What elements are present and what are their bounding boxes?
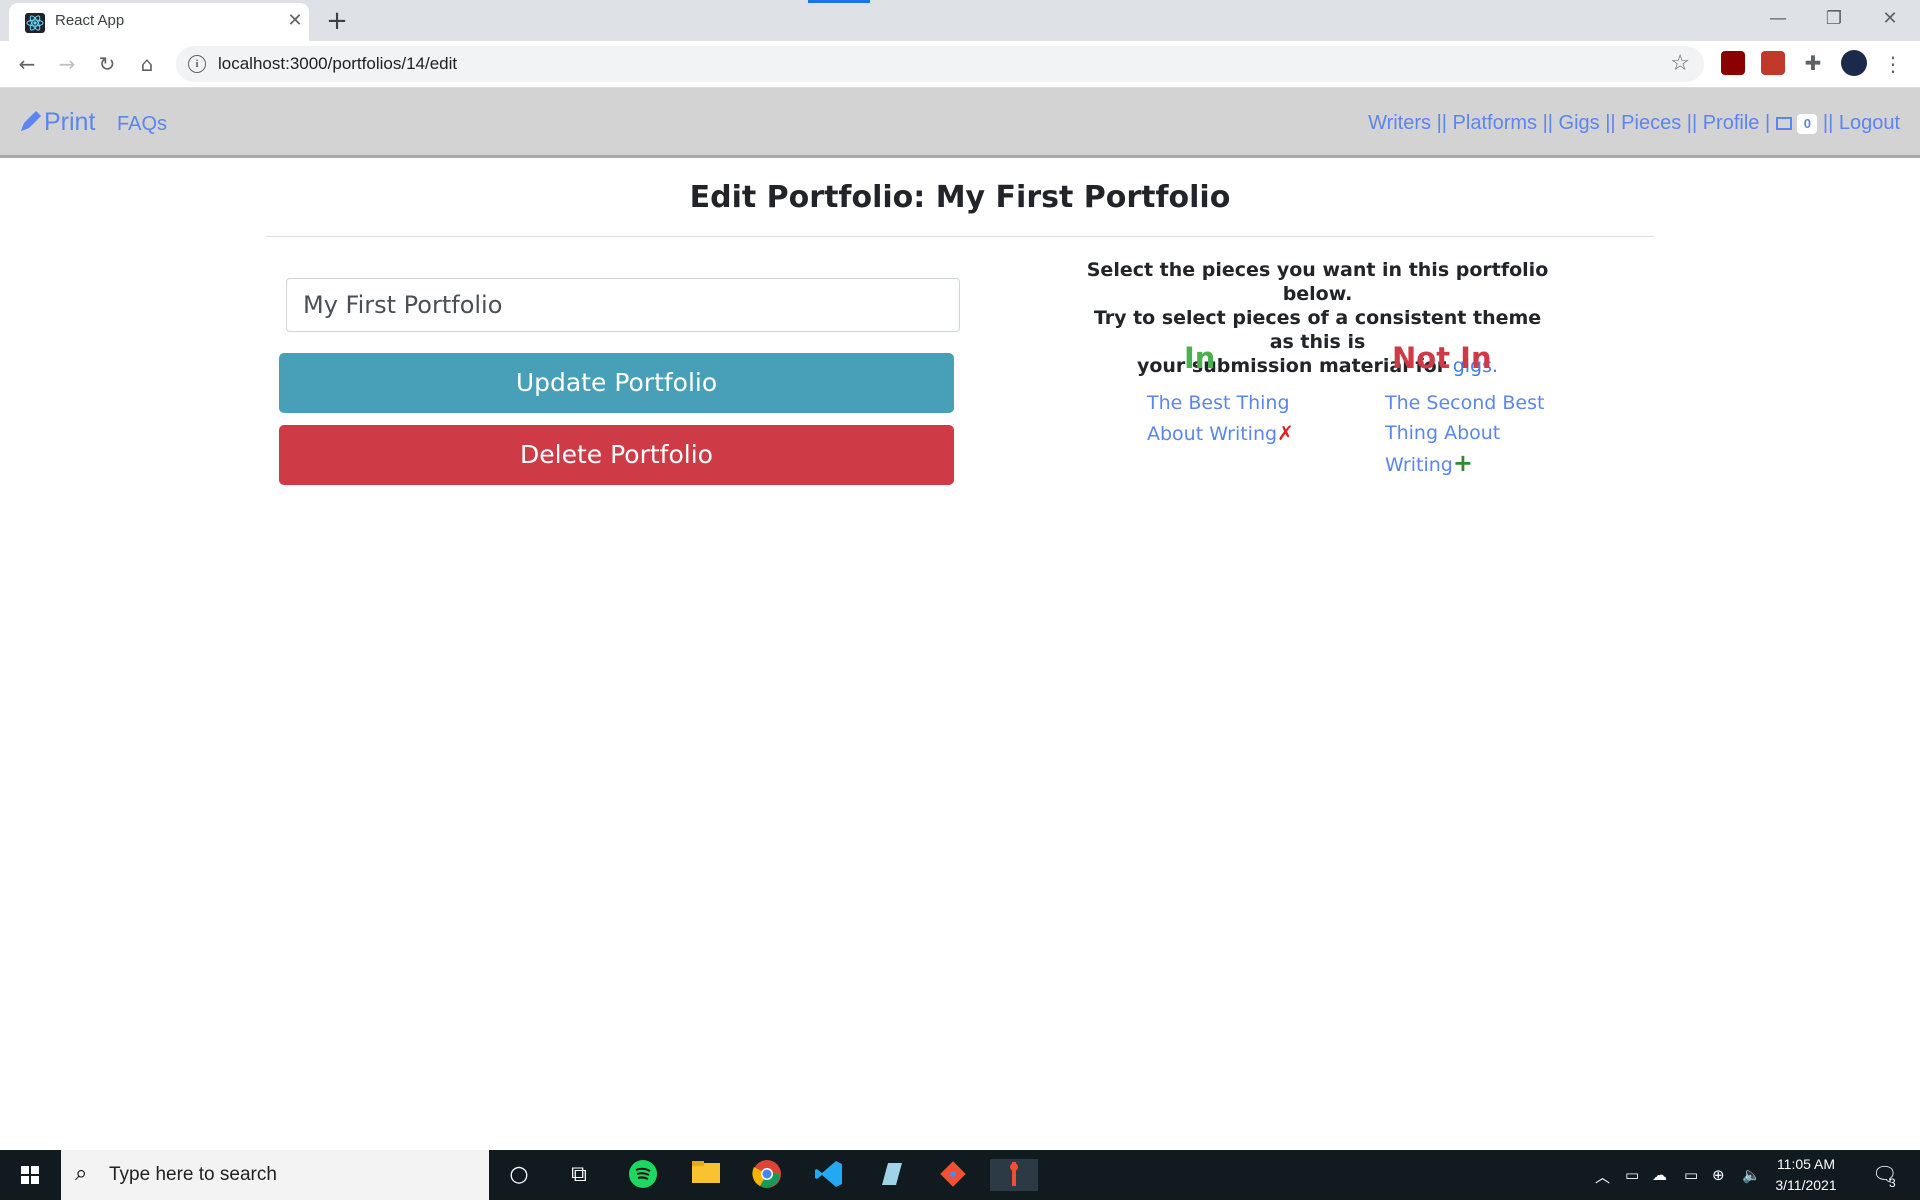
tray-meet-icon[interactable]: ▭: [1625, 1166, 1639, 1184]
clock-time: 11:05 AM: [1776, 1156, 1836, 1172]
clock-date: 3/11/2021: [1775, 1177, 1837, 1193]
nav-link-writers[interactable]: Writers: [1368, 112, 1431, 134]
tab-drag-indicator: [808, 0, 870, 3]
extension-icon[interactable]: [1761, 51, 1785, 75]
nav-link-platforms[interactable]: Platforms: [1453, 112, 1537, 134]
browser-toolbar: ← → ↻ ⌂ i localhost:3000/portfolios/14/e…: [0, 41, 1920, 88]
site-info-icon[interactable]: i: [188, 55, 206, 73]
not-in-heading: Not In: [1392, 341, 1492, 375]
home-icon[interactable]: ⌂: [132, 49, 162, 79]
chrome-icon[interactable]: [751, 1159, 783, 1191]
spotify-icon[interactable]: [627, 1159, 659, 1191]
extensions-puzzle-icon[interactable]: ✚: [1801, 51, 1825, 75]
tray-network-icon[interactable]: ⊕: [1712, 1166, 1725, 1184]
windows-start-icon[interactable]: [0, 1150, 60, 1200]
react-favicon-icon: [25, 13, 45, 33]
reload-icon[interactable]: ↻: [92, 49, 122, 79]
nav-separator: ||: [1436, 112, 1447, 134]
browser-tab[interactable]: React App ✕: [9, 3, 309, 41]
brand-text: Print: [44, 108, 96, 136]
taskbar-search-box[interactable]: ⌕ Type here to search: [61, 1150, 489, 1200]
nav-separator: ||: [1542, 112, 1553, 134]
instructions-line: Select the pieces you want in this portf…: [1086, 259, 1549, 305]
tray-onedrive-icon[interactable]: ☁: [1652, 1166, 1667, 1184]
search-icon: ⌕: [75, 1161, 88, 1186]
tray-volume-icon[interactable]: 🔈: [1742, 1166, 1761, 1184]
in-piece-item: The Best Thing About Writing✗: [1147, 388, 1317, 449]
vscode-icon[interactable]: [813, 1159, 845, 1191]
minimize-icon[interactable]: —: [1758, 4, 1798, 34]
profile-avatar[interactable]: [1841, 50, 1867, 76]
taskbar-clock[interactable]: 11:05 AM 3/11/2021: [1766, 1154, 1846, 1196]
address-bar[interactable]: i localhost:3000/portfolios/14/edit ☆: [176, 46, 1704, 82]
file-explorer-icon[interactable]: [690, 1159, 722, 1191]
cortana-icon[interactable]: ○: [503, 1159, 535, 1191]
mail-icon[interactable]: [1775, 117, 1792, 130]
page-title: Edit Portfolio: My First Portfolio: [689, 180, 1231, 215]
close-tab-icon[interactable]: ✕: [283, 9, 307, 33]
portfolio-name-input[interactable]: [286, 278, 960, 332]
nav-link-gigs[interactable]: Gigs: [1559, 112, 1600, 134]
pen-icon: [21, 111, 41, 131]
in-heading: In: [1184, 341, 1216, 375]
tray-chevron-icon[interactable]: ︿: [1595, 1166, 1610, 1187]
logout-link[interactable]: Logout: [1839, 112, 1900, 134]
bookmark-star-icon[interactable]: ☆: [1670, 51, 1690, 76]
nav-separator: ||: [1822, 112, 1834, 134]
not-in-piece-item: The Second Best Thing About Writing+: [1385, 388, 1545, 480]
task-view-icon[interactable]: ⧉: [563, 1159, 595, 1191]
nav-pipe: |: [1764, 112, 1771, 134]
tab-title: React App: [55, 12, 125, 29]
app-navbar: Print FAQs Writers || Platforms || Gigs …: [0, 88, 1920, 158]
nav-link-pieces[interactable]: Pieces: [1621, 112, 1681, 134]
git-app-icon[interactable]: [937, 1159, 969, 1191]
brand-link[interactable]: Print: [18, 108, 95, 137]
title-divider: [266, 236, 1654, 237]
nav-links: Writers || Platforms || Gigs || Pieces |…: [1368, 112, 1900, 135]
windows-taskbar: ⌕ Type here to search ○ ⧉ ︿ ▭ ☁ ▭ ⊕ 🔈 11…: [0, 1150, 1920, 1200]
nav-separator: ||: [1686, 112, 1698, 134]
delete-portfolio-button[interactable]: Delete Portfolio: [279, 425, 954, 485]
new-tab-icon[interactable]: +: [322, 6, 352, 36]
mail-count-badge[interactable]: 0: [1797, 114, 1818, 134]
nav-separator: ||: [1605, 112, 1616, 134]
faqs-link[interactable]: FAQs: [117, 113, 167, 136]
nav-link-profile[interactable]: Profile: [1703, 112, 1760, 134]
url-text[interactable]: localhost:3000/portfolios/14/edit: [218, 54, 457, 74]
add-plus-icon[interactable]: +: [1453, 449, 1473, 477]
notes-app-icon[interactable]: [875, 1159, 907, 1191]
browser-menu-icon[interactable]: ⋮: [1878, 49, 1908, 79]
taskbar-search-placeholder: Type here to search: [109, 1164, 277, 1185]
restore-icon[interactable]: ❐: [1814, 4, 1854, 34]
tray-battery-icon[interactable]: ▭: [1684, 1166, 1698, 1184]
in-piece-link[interactable]: The Best Thing About Writing: [1147, 392, 1290, 445]
browser-tab-strip: React App ✕ + — ❐ ✕: [0, 0, 1920, 41]
notification-count-badge: 3: [1889, 1176, 1896, 1190]
forward-icon[interactable]: →: [52, 49, 82, 79]
remove-x-icon[interactable]: ✗: [1277, 421, 1294, 445]
ublock-extension-icon[interactable]: [1721, 51, 1745, 75]
close-window-icon[interactable]: ✕: [1870, 4, 1910, 34]
update-portfolio-button[interactable]: Update Portfolio: [279, 353, 954, 413]
back-icon[interactable]: ←: [12, 49, 42, 79]
postman-icon[interactable]: [990, 1159, 1038, 1191]
